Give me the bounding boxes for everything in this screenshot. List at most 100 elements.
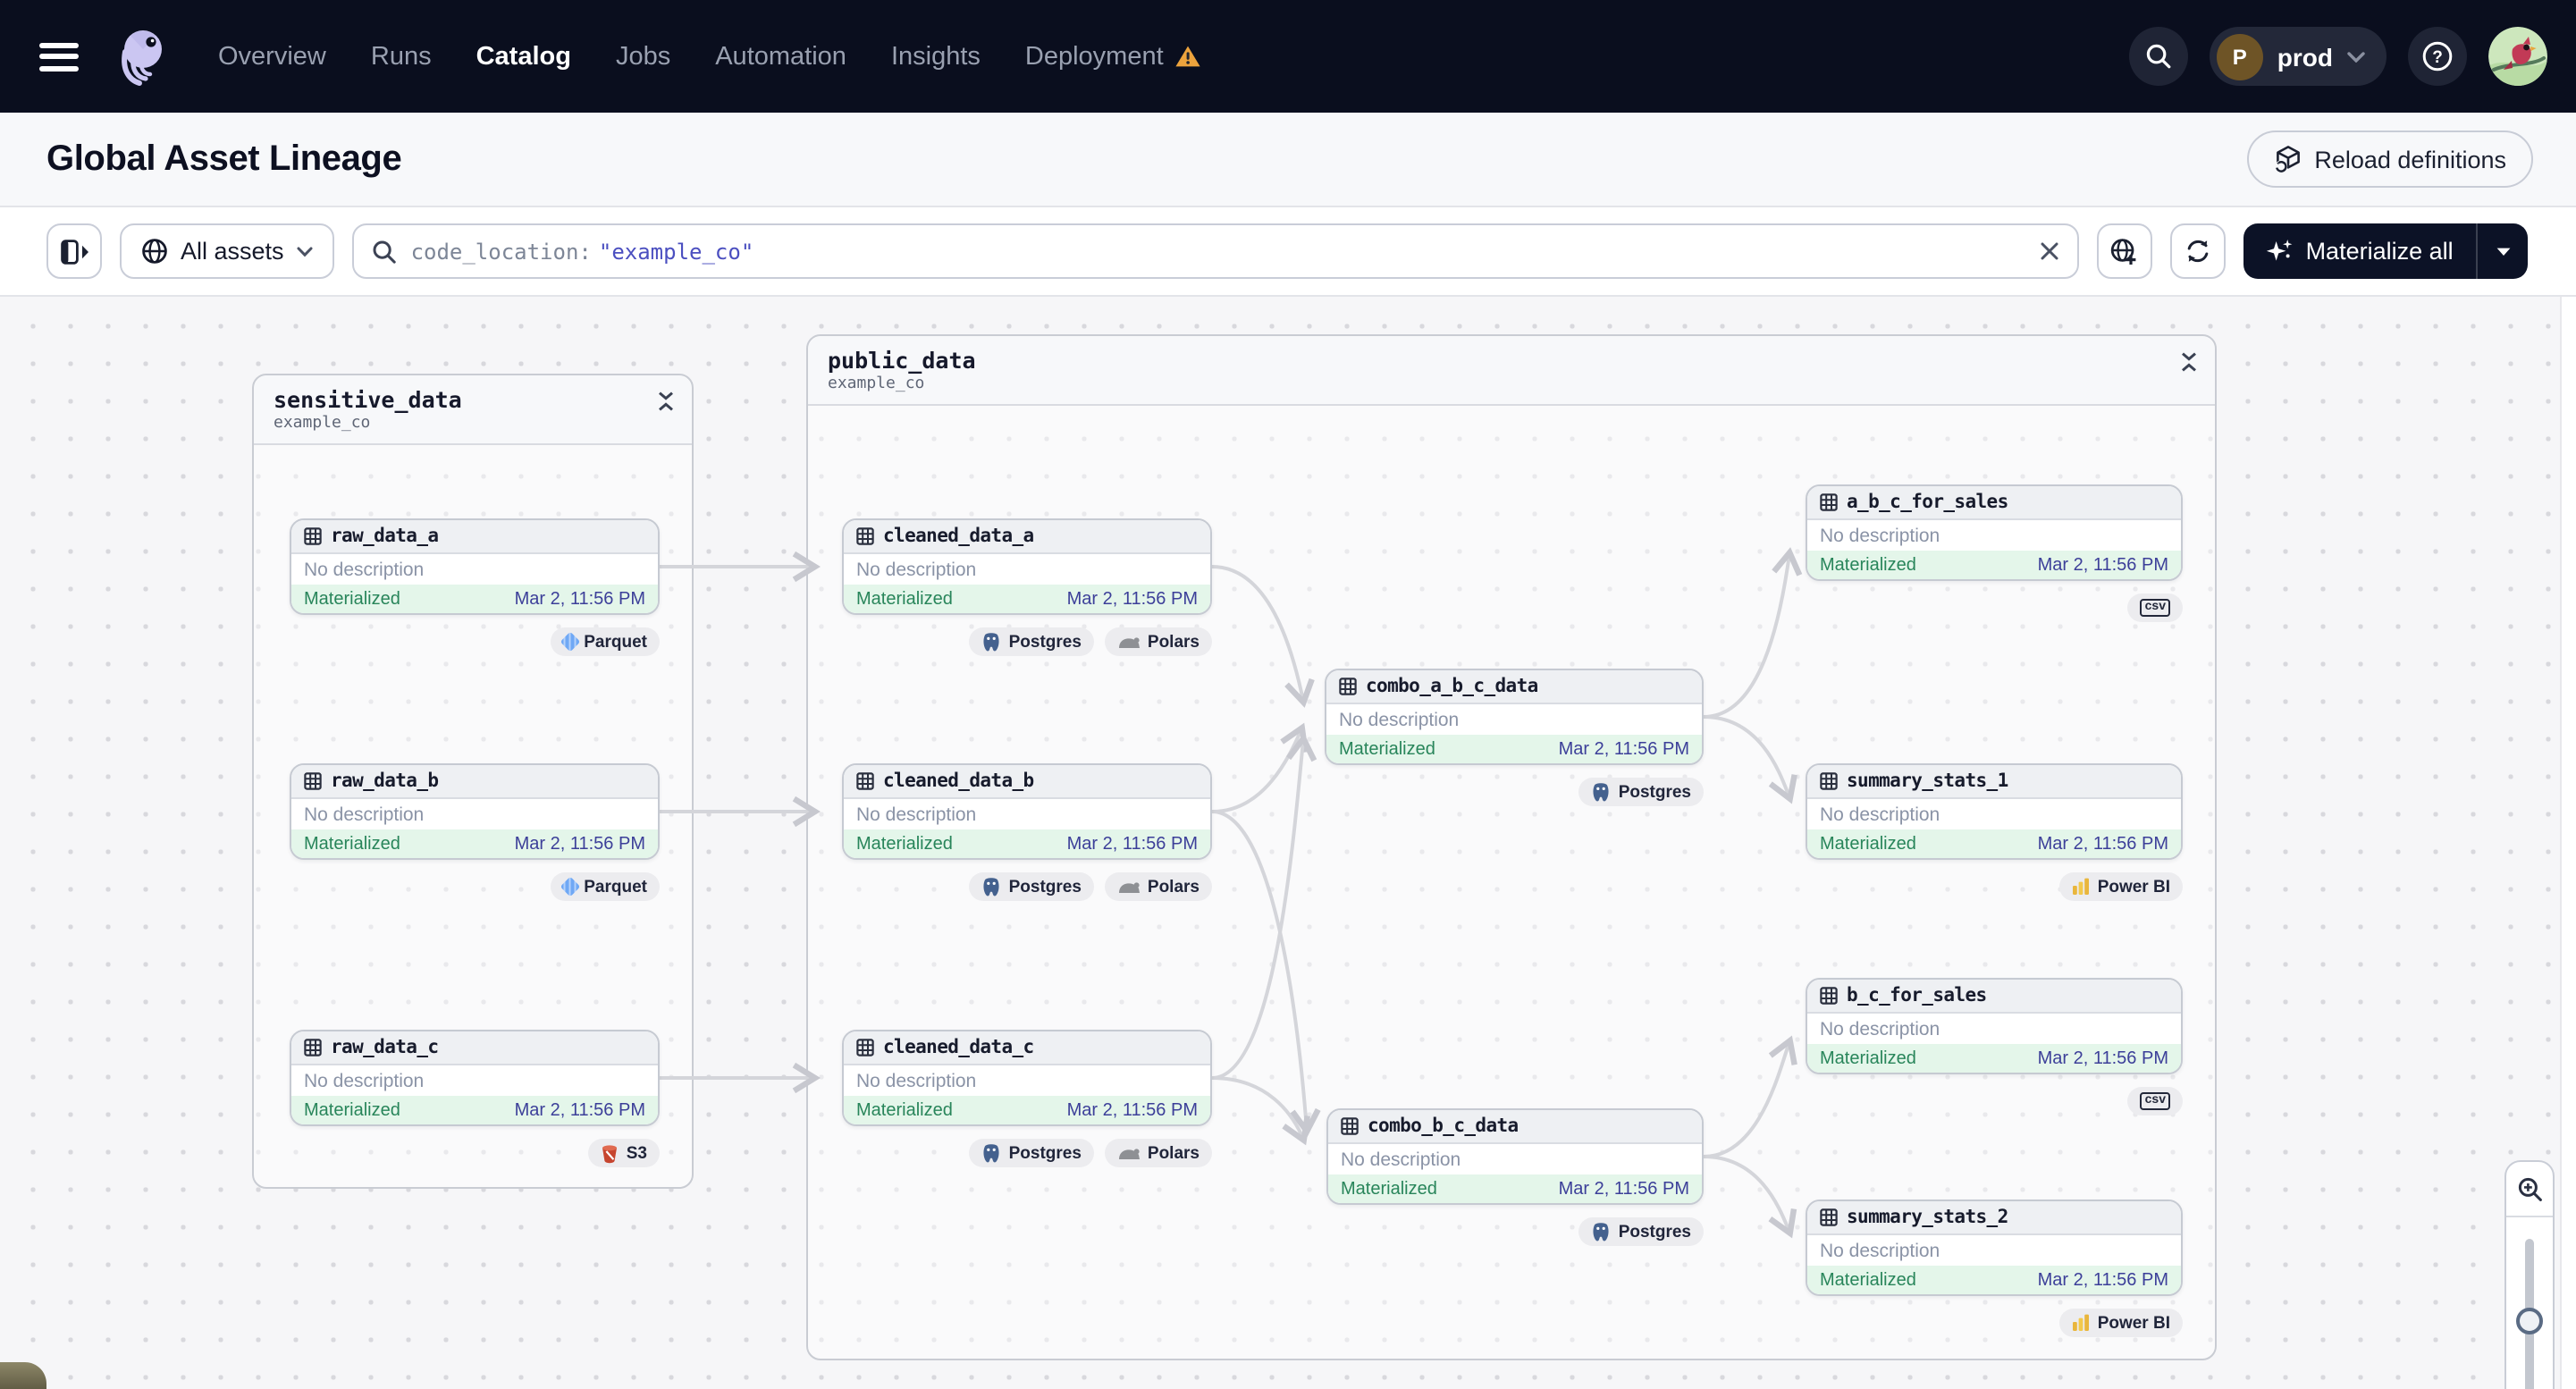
nav-jobs[interactable]: Jobs	[616, 42, 670, 71]
search-icon	[373, 240, 396, 263]
nav-overview[interactable]: Overview	[218, 42, 326, 71]
table-icon	[856, 1039, 874, 1056]
parquet-icon	[559, 876, 580, 897]
polars-icon	[1118, 1148, 1140, 1158]
search-input[interactable]: code_location: "example_co"	[351, 223, 2079, 279]
collapse-group-button[interactable]	[658, 386, 674, 411]
asset-node-raw-data-c[interactable]: raw_data_c No description Materialized Ma…	[290, 1030, 660, 1126]
group-header[interactable]: public_data example_co	[808, 336, 2215, 406]
table-icon	[1820, 987, 1838, 1005]
tag-polars[interactable]: Polars	[1104, 1139, 1212, 1167]
materialization-time: Mar 2, 11:56 PM	[1558, 739, 1689, 759]
materialized-status: Materialized	[1820, 1270, 1916, 1290]
materialized-status: Materialized	[304, 834, 400, 854]
tag-parquet[interactable]: Parquet	[550, 627, 660, 656]
asset-tags: csv	[2127, 593, 2183, 622]
materialization-time: Mar 2, 11:56 PM	[1558, 1179, 1689, 1199]
materialize-all-button[interactable]: Materialize all	[2243, 223, 2529, 279]
nav-runs[interactable]: Runs	[371, 42, 432, 71]
asset-node-summary-stats-1[interactable]: summary_stats_1 No description Materiali…	[1806, 763, 2183, 860]
materialize-options-button[interactable]	[2476, 223, 2529, 279]
materialization-time: Mar 2, 11:56 PM	[514, 834, 645, 854]
refresh-icon	[2187, 240, 2208, 263]
tag-s3[interactable]: S3	[588, 1139, 660, 1167]
asset-node-combo-a-b-c-data[interactable]: combo_a_b_c_data No description Material…	[1325, 669, 1704, 765]
user-avatar[interactable]	[2488, 27, 2547, 86]
filter-scope-button[interactable]	[2096, 223, 2152, 279]
zoom-slider-handle[interactable]	[2516, 1308, 2543, 1335]
help-button[interactable]: ?	[2408, 27, 2467, 86]
nav-catalog[interactable]: Catalog	[476, 42, 571, 71]
reload-definitions-button[interactable]: Reload definitions	[2246, 130, 2533, 188]
tag-postgres[interactable]: Postgres	[1578, 778, 1704, 806]
open-panel-icon	[60, 239, 88, 264]
tag-polars[interactable]: Polars	[1104, 627, 1212, 656]
nav-deployment[interactable]: Deployment	[1025, 42, 1201, 71]
collapse-group-button[interactable]	[2181, 347, 2197, 372]
lineage-canvas[interactable]: sensitive_data example_co public_data ex…	[0, 297, 2576, 1389]
refresh-button[interactable]	[2169, 223, 2226, 279]
asset-node-cleaned-data-c[interactable]: cleaned_data_c No description Materializ…	[842, 1030, 1212, 1126]
table-icon	[1820, 493, 1838, 511]
asset-tags: csv	[2127, 1087, 2183, 1115]
asset-node-raw-data-a[interactable]: raw_data_a No description Materialized Ma…	[290, 518, 660, 615]
nav-insights[interactable]: Insights	[891, 42, 981, 71]
asset-description: No description	[844, 554, 1210, 585]
tag-postgres[interactable]: Postgres	[969, 872, 1094, 901]
asset-description: No description	[844, 1065, 1210, 1096]
materialization-time: Mar 2, 11:56 PM	[1066, 834, 1198, 854]
materialization-time: Mar 2, 11:56 PM	[2037, 555, 2168, 575]
asset-node-cleaned-data-b[interactable]: cleaned_data_b No description Materializ…	[842, 763, 1212, 860]
collapse-icon	[659, 391, 673, 411]
asset-node-raw-data-b[interactable]: raw_data_b No description Materialized Ma…	[290, 763, 660, 860]
dagster-logo[interactable]	[107, 22, 175, 90]
tag-csv[interactable]: csv	[2127, 1087, 2183, 1115]
materialization-time: Mar 2, 11:56 PM	[2037, 1048, 2168, 1068]
asset-node-b-c-for-sales[interactable]: b_c_for_sales No description Materialize…	[1806, 978, 2183, 1074]
s3-icon	[602, 1144, 618, 1163]
materialize-all-main[interactable]: Materialize all	[2243, 223, 2477, 279]
nav-automation[interactable]: Automation	[715, 42, 846, 71]
csv-icon: csv	[2140, 1092, 2170, 1110]
nav-deployment-label: Deployment	[1024, 42, 1164, 71]
zoom-in-button[interactable]	[2506, 1162, 2553, 1216]
asset-node-cleaned-data-a[interactable]: cleaned_data_a No description Materializ…	[842, 518, 1212, 615]
asset-name: raw_data_b	[331, 770, 439, 792]
materialization-time: Mar 2, 11:56 PM	[1066, 589, 1198, 609]
page-header: Global Asset Lineage Reload definitions	[0, 113, 2576, 207]
clear-search-button[interactable]	[2040, 241, 2059, 261]
tag-csv[interactable]: csv	[2127, 593, 2183, 622]
tag-postgres[interactable]: Postgres	[1578, 1217, 1704, 1246]
sidebar-toggle-button[interactable]	[46, 223, 102, 279]
asset-scope-dropdown[interactable]: All assets	[120, 223, 334, 279]
asset-tags: Power BI	[2059, 1309, 2183, 1337]
environment-switcher[interactable]: P prod	[2209, 27, 2387, 86]
materialization-time: Mar 2, 11:56 PM	[514, 589, 645, 609]
asset-node-a-b-c-for-sales[interactable]: a_b_c_for_sales No description Materiali…	[1806, 484, 2183, 581]
asset-scope-label: All assets	[181, 238, 284, 265]
asset-node-combo-b-c-data[interactable]: combo_b_c_data No description Materializ…	[1326, 1108, 1704, 1205]
menu-icon[interactable]	[39, 42, 79, 71]
globe-add-icon	[2111, 238, 2136, 264]
svg-text:?: ?	[2432, 48, 2443, 67]
asset-tags: Parquet	[550, 872, 660, 901]
table-icon	[1820, 1208, 1838, 1226]
tag-polars[interactable]: Polars	[1104, 872, 1212, 901]
group-header[interactable]: sensitive_data example_co	[254, 375, 692, 445]
dagster-octopus-icon	[122, 29, 162, 85]
powerbi-icon	[2073, 878, 2090, 895]
tag-postgres[interactable]: Postgres	[969, 1139, 1094, 1167]
minimap[interactable]	[0, 1362, 46, 1389]
table-icon	[304, 1039, 322, 1056]
global-search-button[interactable]	[2128, 27, 2188, 86]
asset-node-summary-stats-2[interactable]: summary_stats_2 No description Materiali…	[1806, 1200, 2183, 1296]
tag-parquet[interactable]: Parquet	[550, 872, 660, 901]
zoom-slider[interactable]	[2506, 1216, 2553, 1389]
tag-power-bi[interactable]: Power BI	[2059, 1309, 2183, 1337]
tag-power-bi[interactable]: Power BI	[2059, 872, 2183, 901]
postgres-icon	[1594, 782, 1610, 801]
zoom-in-icon	[2517, 1176, 2541, 1200]
reload-definitions-label: Reload definitions	[2314, 146, 2506, 173]
tag-postgres[interactable]: Postgres	[969, 627, 1094, 656]
asset-tags: Postgres	[1578, 778, 1704, 806]
